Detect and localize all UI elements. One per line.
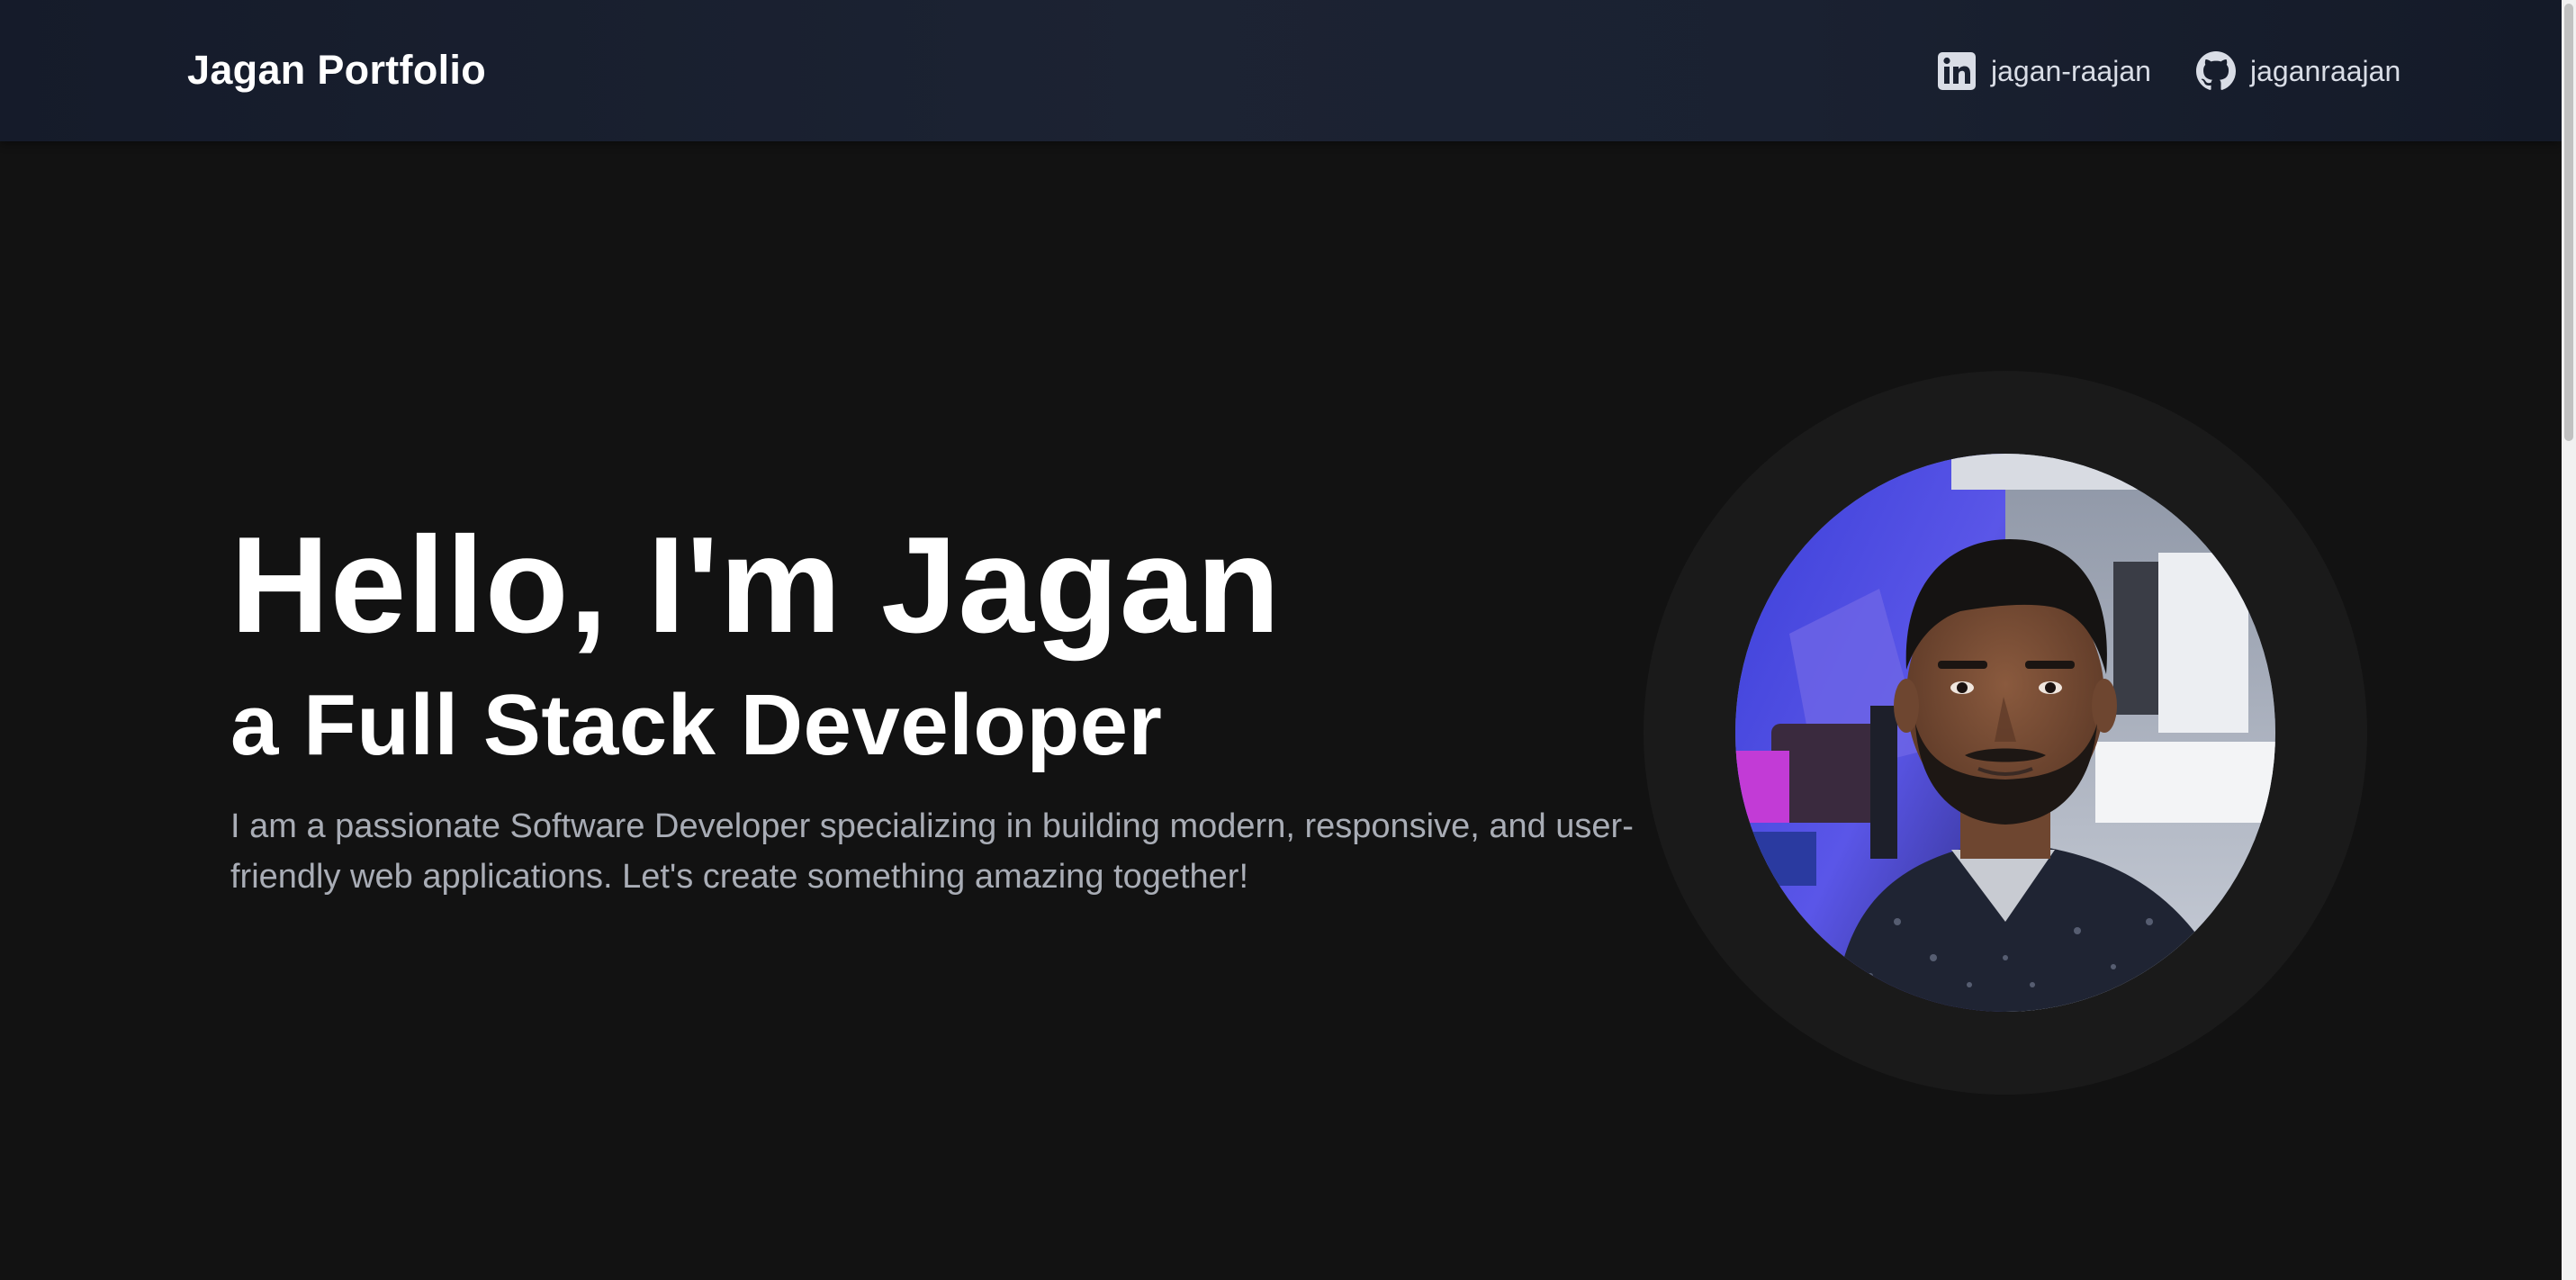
social-links: jagan-raajan jaganraajan: [0, 47, 2562, 95]
profile-photo: [1735, 454, 2275, 1012]
linkedin-link[interactable]: jagan-raajan: [1937, 47, 2151, 95]
hero-description: I am a passionate Software Developer spe…: [230, 807, 1634, 896]
hero-subtitle: a Full Stack Developer: [230, 677, 1163, 773]
linkedin-icon: [1937, 51, 1977, 91]
scrollbar-thumb[interactable]: [2564, 4, 2573, 441]
top-navbar: Jagan Portfolio jagan-raajan jaganraajan: [0, 0, 2562, 141]
linkedin-label: jagan-raajan: [1991, 54, 2151, 87]
hero-text: Hello, I'm Jagan a Full Stack Developer …: [230, 504, 1635, 902]
github-icon: [2196, 51, 2236, 91]
portrait-illustration: [1735, 454, 2275, 1012]
page-scrollbar[interactable]: [2562, 0, 2576, 1280]
github-label: jaganraajan: [2250, 54, 2401, 87]
hero-title: Hello, I'm Jagan: [230, 509, 1282, 662]
github-link[interactable]: jaganraajan: [2196, 47, 2400, 95]
